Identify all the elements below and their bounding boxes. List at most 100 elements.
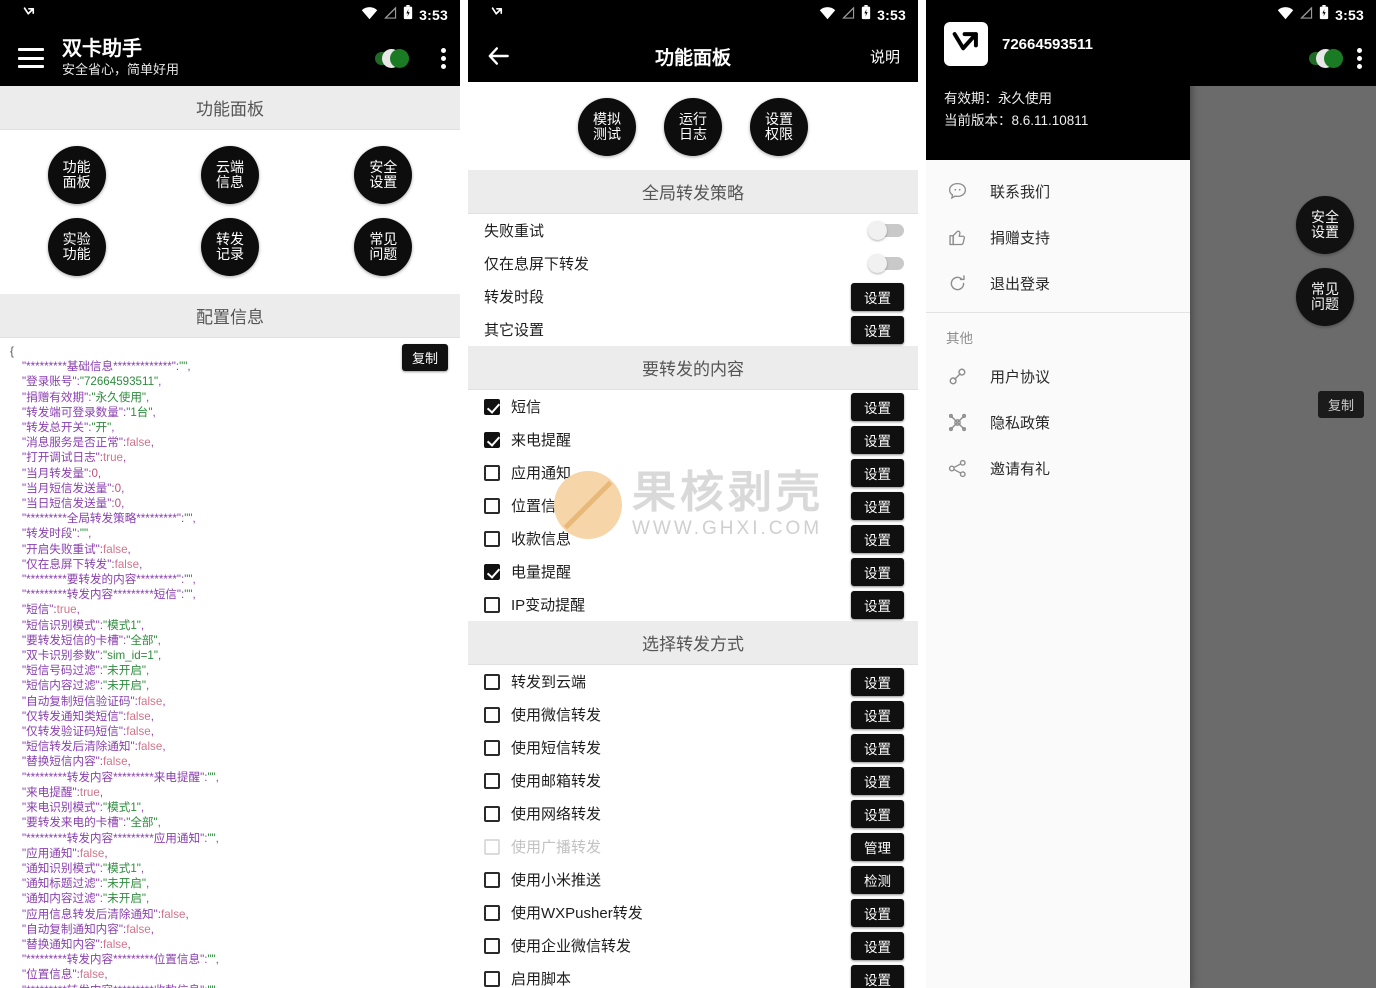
json-line: "当日短信发送量":0, xyxy=(10,496,460,511)
row-action-button[interactable]: 设置 xyxy=(851,315,904,344)
circle-button-gongneng-mianban[interactable]: 功能 面板 xyxy=(47,146,106,204)
checkbox[interactable] xyxy=(484,772,500,789)
settings-row[interactable]: 来电提醒 设置 xyxy=(468,423,918,456)
back-arrow-icon[interactable] xyxy=(486,43,512,69)
circle-line1: 云端 xyxy=(215,158,244,175)
row-action-button[interactable]: 设置 xyxy=(851,282,904,311)
drawer-item-donate[interactable]: 捐赠支持 xyxy=(926,214,1190,260)
json-key: "打开调试日志" xyxy=(22,451,100,465)
checkbox[interactable] xyxy=(484,563,500,580)
row-action-button[interactable]: 设置 xyxy=(851,964,904,988)
copy-button[interactable]: 复制 xyxy=(401,344,448,371)
drawer-item-logout[interactable]: 退出登录 xyxy=(926,260,1190,306)
settings-row[interactable]: 转发到云端 设置 xyxy=(468,665,918,698)
settings-row[interactable]: 使用微信转发 设置 xyxy=(468,698,918,731)
checkbox[interactable] xyxy=(484,530,500,547)
pill-button-yunxing-rizhi[interactable]: 运行 日志 xyxy=(664,98,722,156)
json-value: "" xyxy=(207,770,216,784)
row-action-button[interactable]: 设置 xyxy=(851,766,904,795)
hamburger-icon[interactable] xyxy=(18,48,44,68)
config-json-view[interactable]: { "*********基础信息*************":"", "登录账号"… xyxy=(0,338,460,988)
settings-row[interactable]: 使用邮箱转发 设置 xyxy=(468,764,918,797)
copy-button-dim[interactable]: 复制 xyxy=(1317,391,1364,418)
circle-button-yunduan-xinxi[interactable]: 云端 信息 xyxy=(200,146,259,204)
settings-row[interactable]: 应用通知 设置 xyxy=(468,456,918,489)
settings-row[interactable]: 电量提醒 设置 xyxy=(468,555,918,588)
row-action-button[interactable]: 设置 xyxy=(851,524,904,553)
settings-row[interactable]: 其它设置 设置 xyxy=(468,313,918,346)
row-label: 使用广播转发 xyxy=(511,839,602,856)
checkbox[interactable] xyxy=(484,398,500,415)
settings-row[interactable]: 使用WXPusher转发 设置 xyxy=(468,896,918,929)
drawer-item-invite[interactable]: 邀请有礼 xyxy=(926,445,1190,491)
row-action-button[interactable]: 设置 xyxy=(851,557,904,586)
circle-button-zhuanfa-jilu[interactable]: 转发 记录 xyxy=(200,218,259,276)
drawer-main-list: 联系我们 捐赠支持 退出登录 xyxy=(926,160,1190,306)
checkbox[interactable] xyxy=(484,871,500,888)
settings-row[interactable]: 短信 设置 xyxy=(468,390,918,423)
checkbox[interactable] xyxy=(484,739,500,756)
settings-row[interactable]: IP变动提醒 设置 xyxy=(468,588,918,621)
circle-button-shiyan-gongneng[interactable]: 实验 功能 xyxy=(47,218,106,276)
checkbox[interactable] xyxy=(484,706,500,723)
settings-row[interactable]: 使用网络转发 设置 xyxy=(468,797,918,830)
drawer-item-contact[interactable]: 联系我们 xyxy=(926,168,1190,214)
row-action-button[interactable]: 设置 xyxy=(851,590,904,619)
row-action-button[interactable]: 设置 xyxy=(851,733,904,762)
settings-row[interactable]: 使用广播转发 管理 xyxy=(468,830,918,863)
drawer-item-user-agreement[interactable]: 用户协议 xyxy=(926,353,1190,399)
row-action-button[interactable]: 检测 xyxy=(851,865,904,894)
row-action-button[interactable]: 管理 xyxy=(851,832,904,861)
json-value: "sim_id=1" xyxy=(103,649,158,663)
circle-line2: 设置 xyxy=(1311,224,1339,240)
function-circle-grid: 功能 面板 云端 信息 安全 设置 实验 功能 转发 记录 常见 问题 xyxy=(0,130,460,294)
row-toggle[interactable] xyxy=(868,254,904,273)
json-key: "*********转发内容*********收款信息" xyxy=(22,984,204,988)
circle-button-anquan-shezhi[interactable]: 安全 设置 xyxy=(354,146,413,204)
row-toggle[interactable] xyxy=(868,221,904,240)
row-action-button[interactable]: 设置 xyxy=(851,425,904,454)
help-link[interactable]: 说明 xyxy=(870,46,900,67)
settings-row[interactable]: 使用企业微信转发 设置 xyxy=(468,929,918,962)
checkbox[interactable] xyxy=(484,805,500,822)
settings-row[interactable]: 仅在息屏下转发 xyxy=(468,247,918,280)
circle-button-anquan-shezhi-dim[interactable]: 安全 设置 xyxy=(1296,196,1354,254)
kebab-menu-icon[interactable] xyxy=(1357,47,1362,69)
settings-row[interactable]: 失败重试 xyxy=(468,214,918,247)
master-switch-toggle[interactable] xyxy=(375,48,411,68)
row-action-button[interactable]: 设置 xyxy=(851,898,904,927)
json-value: "72664593511" xyxy=(79,375,159,389)
checkbox[interactable] xyxy=(484,497,500,514)
checkbox[interactable] xyxy=(484,904,500,921)
row-action-button[interactable]: 设置 xyxy=(851,667,904,696)
master-switch-toggle[interactable] xyxy=(1309,48,1345,68)
row-action-button[interactable]: 设置 xyxy=(851,931,904,960)
checkbox[interactable] xyxy=(484,596,500,613)
kebab-menu-icon[interactable] xyxy=(441,47,446,69)
json-comma: , xyxy=(97,466,102,480)
row-action-button[interactable]: 设置 xyxy=(851,392,904,421)
pill-button-shezhi-quanxian[interactable]: 设置 权限 xyxy=(750,98,808,156)
json-line: "消息服务是否正常":false, xyxy=(10,435,460,450)
settings-row[interactable]: 位置信息 设置 xyxy=(468,489,918,522)
circle-button-changjian-wenti[interactable]: 常见 问题 xyxy=(354,218,413,276)
circle-button-changjian-wenti-dim[interactable]: 常见 问题 xyxy=(1296,268,1354,326)
json-value: "1台" xyxy=(126,405,153,419)
row-action-button[interactable]: 设置 xyxy=(851,700,904,729)
row-action-button[interactable]: 设置 xyxy=(851,458,904,487)
settings-row[interactable]: 收款信息 设置 xyxy=(468,522,918,555)
row-action-button[interactable]: 设置 xyxy=(851,799,904,828)
row-action-button[interactable]: 设置 xyxy=(851,491,904,520)
checkbox[interactable] xyxy=(484,937,500,954)
drawer-item-privacy-policy[interactable]: 隐私政策 xyxy=(926,399,1190,445)
checkbox[interactable] xyxy=(484,970,500,987)
json-key: "通知标题过滤" xyxy=(22,877,100,891)
settings-row[interactable]: 使用短信转发 设置 xyxy=(468,731,918,764)
checkbox[interactable] xyxy=(484,464,500,481)
checkbox[interactable] xyxy=(484,673,500,690)
settings-row[interactable]: 启用脚本 设置 xyxy=(468,962,918,988)
pill-button-moni-ceshi[interactable]: 模拟 测试 xyxy=(578,98,636,156)
settings-row[interactable]: 转发时段 设置 xyxy=(468,280,918,313)
settings-row[interactable]: 使用小米推送 检测 xyxy=(468,863,918,896)
checkbox[interactable] xyxy=(484,431,500,448)
